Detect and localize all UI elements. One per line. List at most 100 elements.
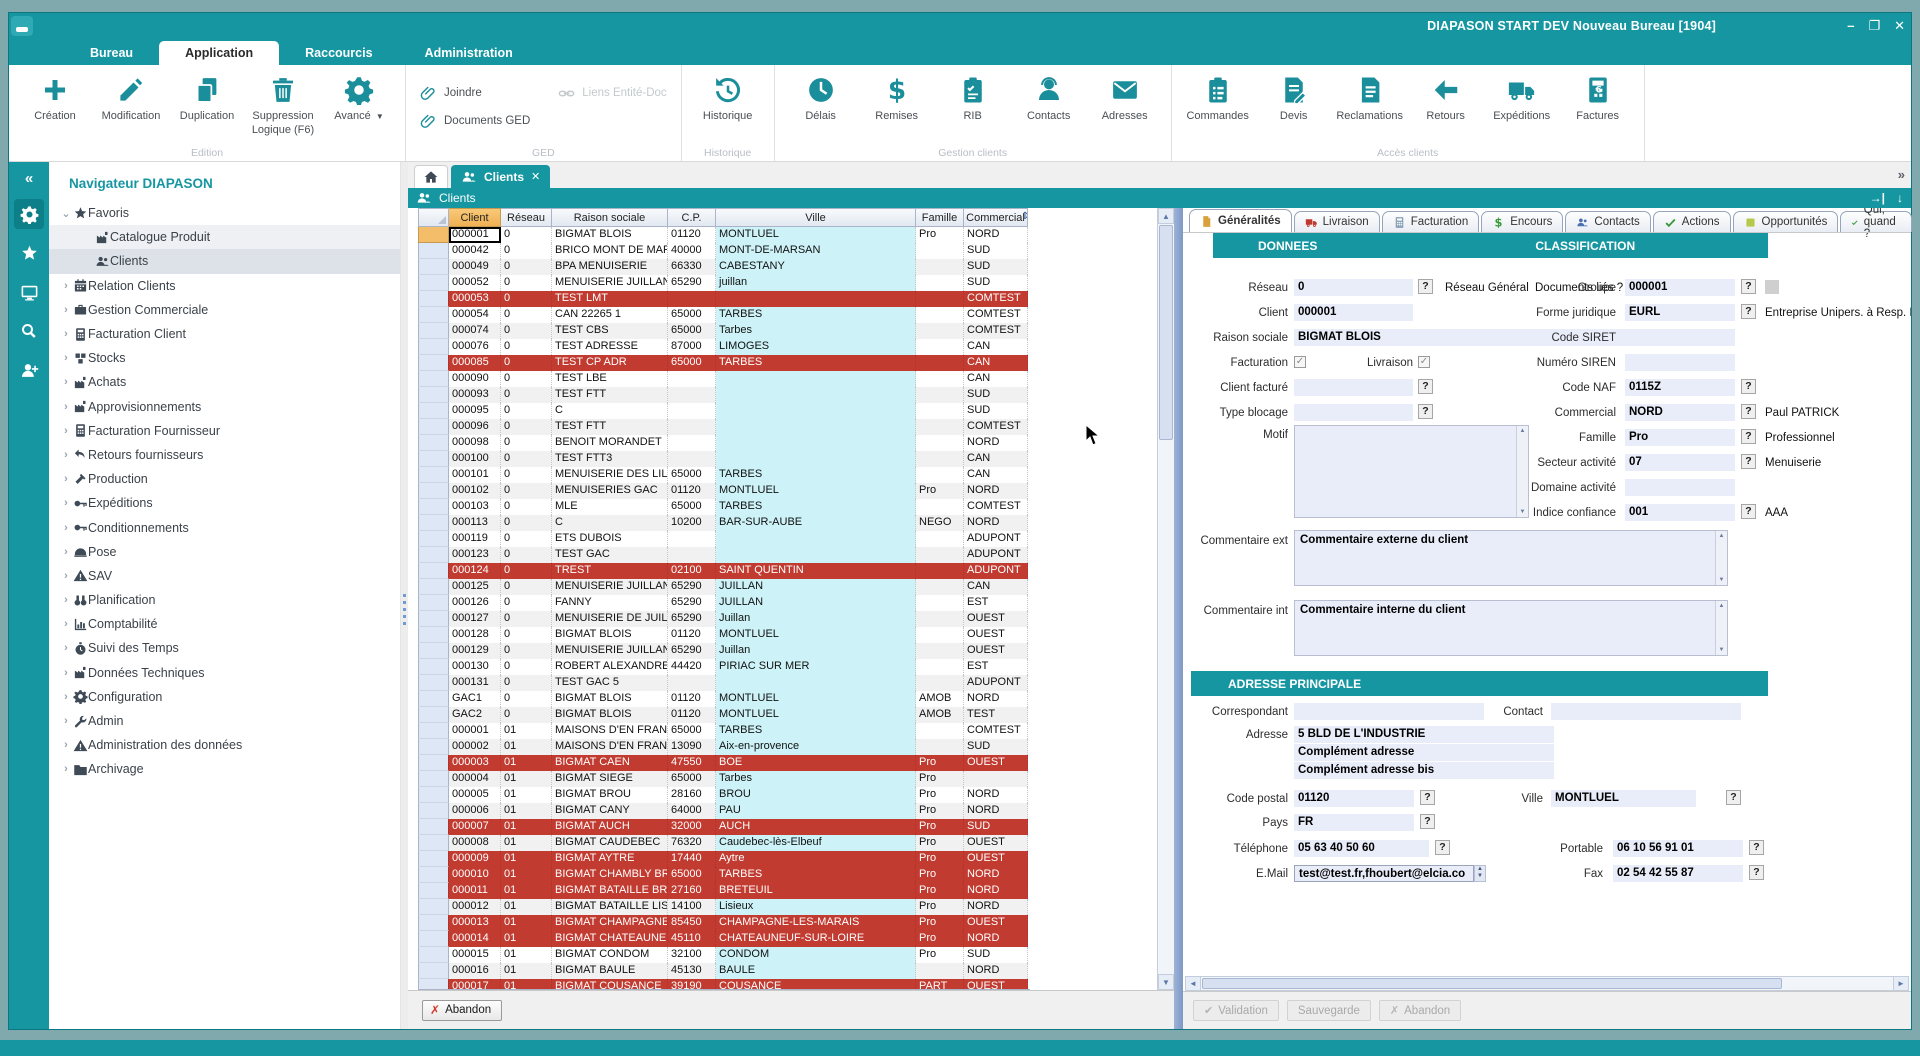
cell-cp[interactable] (668, 547, 716, 563)
cell-reseau[interactable]: 0 (501, 307, 552, 323)
scroll-right-icon[interactable]: ► (1893, 977, 1908, 990)
famille-field[interactable]: Pro (1625, 429, 1735, 446)
cell-commercial[interactable]: NORD (964, 435, 1028, 451)
cell-famille[interactable]: AMOB (916, 691, 964, 707)
cell-commercial[interactable]: NORD (964, 931, 1028, 947)
cell-famille[interactable]: Pro (916, 227, 964, 243)
cell-cp[interactable]: 44420 (668, 659, 716, 675)
chevron-down-icon[interactable]: ⌄ (59, 207, 73, 220)
cell-ville[interactable]: TARBES (716, 867, 916, 883)
cell-raison-sociale[interactable]: TEST CP ADR (552, 355, 668, 371)
table-row[interactable]: 0000930TEST FTTSUD (418, 387, 1030, 403)
nav-suivi-des-temps[interactable]: ›Suivi des Temps (49, 636, 400, 660)
cell-famille[interactable] (916, 675, 964, 691)
cell-famille[interactable] (916, 547, 964, 563)
cell-commercial[interactable] (964, 771, 1028, 787)
row-marker[interactable] (418, 947, 449, 963)
cell-ville[interactable] (716, 387, 916, 403)
row-marker[interactable] (418, 819, 449, 835)
cell-reseau[interactable]: 01 (501, 963, 552, 979)
cell-cp[interactable]: 65000 (668, 723, 716, 739)
row-marker[interactable] (418, 595, 449, 611)
cell-client[interactable]: 000042 (449, 243, 501, 259)
chevron-right-icon[interactable]: › (59, 352, 73, 364)
nav-achats[interactable]: ›Achats (49, 370, 400, 394)
cell-ville[interactable]: CONDOM (716, 947, 916, 963)
type-blocage-lookup-button[interactable]: ? (1418, 404, 1433, 419)
cell-cp[interactable] (668, 291, 716, 307)
cell-ville[interactable]: MONTLUEL (716, 227, 916, 243)
cell-raison-sociale[interactable]: ROBERT ALEXANDRE EN (552, 659, 668, 675)
table-row[interactable]: 00000601BIGMAT CANY64000PAUProNORD (418, 803, 1030, 819)
chevron-right-icon[interactable]: › (59, 497, 73, 509)
restore-button[interactable]: ❐ (1868, 18, 1880, 34)
row-marker[interactable] (418, 323, 449, 339)
row-marker[interactable] (418, 291, 449, 307)
cell-commercial[interactable]: OUEST (964, 755, 1028, 771)
cell-client[interactable]: 000009 (449, 851, 501, 867)
table-row[interactable]: 00000401BIGMAT SIEGE65000TarbesPro (418, 771, 1030, 787)
cell-famille[interactable] (916, 291, 964, 307)
cell-cp[interactable]: 65000 (668, 771, 716, 787)
table-row[interactable]: 00000501BIGMAT BROU28160BROUProNORD (418, 787, 1030, 803)
duplication-button[interactable]: Duplication (169, 71, 245, 124)
cell-famille[interactable] (916, 339, 964, 355)
cell-reseau[interactable]: 0 (501, 291, 552, 307)
cell-reseau[interactable]: 0 (501, 403, 552, 419)
cell-client[interactable]: 000124 (449, 563, 501, 579)
factures-button[interactable]: €Factures (1560, 71, 1636, 124)
cell-cp[interactable]: 28160 (668, 787, 716, 803)
cell-famille[interactable]: Pro (916, 835, 964, 851)
row-marker[interactable] (418, 371, 449, 387)
cell-reseau[interactable]: 01 (501, 723, 552, 739)
cell-commercial[interactable]: OUEST (964, 979, 1028, 990)
cell-client[interactable]: 000090 (449, 371, 501, 387)
indice-confiance-field[interactable]: 001 (1625, 504, 1735, 521)
cell-ville[interactable] (716, 403, 916, 419)
cell-raison-sociale[interactable]: MENUISERIE JUILLANAIS (552, 643, 668, 659)
cell-commercial[interactable]: EST (964, 595, 1028, 611)
sidebar-splitter[interactable] (401, 162, 408, 1029)
cell-client[interactable]: 000129 (449, 643, 501, 659)
row-marker[interactable] (418, 659, 449, 675)
cell-cp[interactable] (668, 451, 716, 467)
cell-commercial[interactable]: SUD (964, 259, 1028, 275)
cell-famille[interactable] (916, 467, 964, 483)
cell-reseau[interactable]: 0 (501, 243, 552, 259)
cell-commercial[interactable]: ADUPONT (964, 563, 1028, 579)
creation-button[interactable]: Création (17, 71, 93, 124)
cell-ville[interactable]: CABESTANY (716, 259, 916, 275)
cell-famille[interactable] (916, 627, 964, 643)
cell-reseau[interactable]: 01 (501, 819, 552, 835)
cell-reseau[interactable]: 0 (501, 499, 552, 515)
cell-famille[interactable]: Pro (916, 899, 964, 915)
nav-catalogue-produit[interactable]: Catalogue Produit (49, 225, 400, 249)
cell-ville[interactable] (716, 291, 916, 307)
chevron-right-icon[interactable]: › (59, 425, 73, 437)
nav-planification[interactable]: ›Planification (49, 588, 400, 612)
cell-reseau[interactable]: 0 (501, 675, 552, 691)
table-row[interactable]: 0001030MLE65000TARBESCOMTEST (418, 499, 1030, 515)
cell-famille[interactable] (916, 435, 964, 451)
cell-famille[interactable]: Pro (916, 931, 964, 947)
cell-raison-sociale[interactable]: TEST FTT (552, 419, 668, 435)
cell-client[interactable]: 000006 (449, 803, 501, 819)
row-marker[interactable] (418, 579, 449, 595)
table-row[interactable]: 00001701BIGMAT COUSANCE39190COUSANCEPART… (418, 979, 1030, 990)
cell-cp[interactable]: 14100 (668, 899, 716, 915)
cell-raison-sociale[interactable]: BRICO MONT DE MARSA (552, 243, 668, 259)
cell-cp[interactable] (668, 403, 716, 419)
cell-famille[interactable]: Pro (916, 771, 964, 787)
cell-commercial[interactable]: SUD (964, 387, 1028, 403)
cell-reseau[interactable]: 0 (501, 339, 552, 355)
cell-client[interactable]: 000008 (449, 835, 501, 851)
cell-reseau[interactable]: 0 (501, 531, 552, 547)
table-row[interactable]: 00001001BIGMAT CHAMBLY BROC65000TARBESPr… (418, 867, 1030, 883)
cell-reseau[interactable]: 0 (501, 451, 552, 467)
cell-cp[interactable]: 66330 (668, 259, 716, 275)
cell-raison-sociale[interactable]: BIGMAT SIEGE (552, 771, 668, 787)
avance-button[interactable]: Avancé ▼ (321, 71, 397, 124)
cell-commercial[interactable]: COMTEST (964, 323, 1028, 339)
row-marker[interactable] (418, 435, 449, 451)
adresse-field[interactable]: 5 BLD DE L'INDUSTRIE (1294, 726, 1554, 743)
